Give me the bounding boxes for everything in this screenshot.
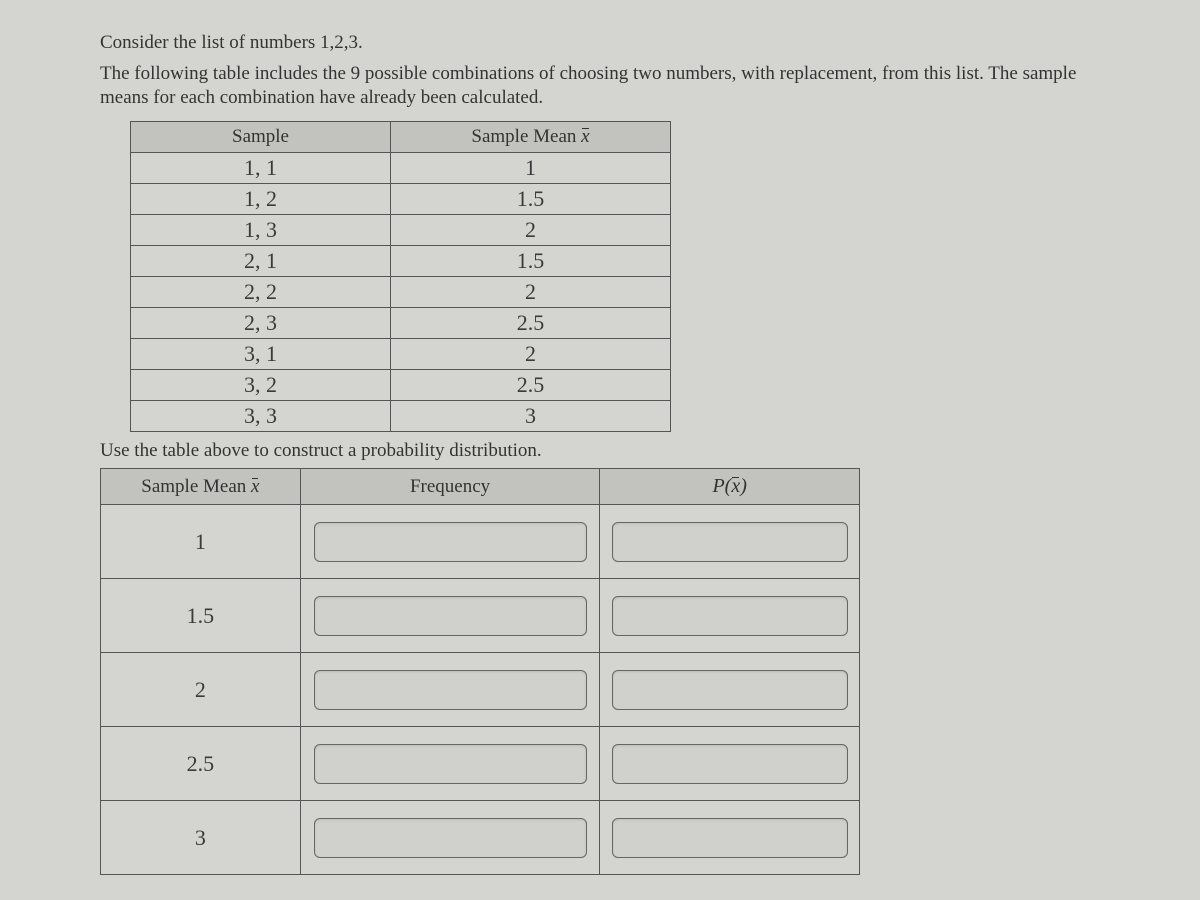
dist-prob-cell <box>600 579 860 653</box>
dist-tbody: 1 1.5 2 2.5 3 <box>101 505 860 875</box>
samples-header-mean: Sample Mean x <box>391 122 671 153</box>
dist-prob-cell <box>600 505 860 579</box>
table-row: 1, 32 <box>131 215 671 246</box>
dist-header-frequency: Frequency <box>300 469 600 505</box>
frequency-input[interactable] <box>314 522 587 562</box>
table-row: 2, 32.5 <box>131 308 671 339</box>
table-row: 1 <box>101 505 860 579</box>
table-row: 3, 33 <box>131 401 671 432</box>
table-row: 3, 12 <box>131 339 671 370</box>
dist-mean-cell: 2 <box>101 653 301 727</box>
table-row: 2, 11.5 <box>131 246 671 277</box>
probability-input[interactable] <box>612 670 848 710</box>
table-row: 1, 21.5 <box>131 184 671 215</box>
table-row: 1, 11 <box>131 153 671 184</box>
p-symbol: P <box>712 475 724 497</box>
dist-mean-cell: 2.5 <box>101 727 301 801</box>
problem-page: Consider the list of numbers 1,2,3. The … <box>0 0 1200 875</box>
samples-tbody: 1, 11 1, 21.5 1, 32 2, 11.5 2, 22 2, 32.… <box>131 153 671 432</box>
probability-input[interactable] <box>612 818 848 858</box>
dist-mean-cell: 3 <box>101 801 301 875</box>
dist-mean-cell: 1.5 <box>101 579 301 653</box>
table-row: 2, 22 <box>131 277 671 308</box>
dist-prob-cell <box>600 653 860 727</box>
intro-text-1: Consider the list of numbers 1,2,3. <box>100 30 1100 56</box>
dist-header-mean-prefix: Sample Mean <box>141 476 251 497</box>
probability-input[interactable] <box>612 744 848 784</box>
table-row: 2.5 <box>101 727 860 801</box>
samples-header-sample: Sample <box>131 122 391 153</box>
xbar-symbol: x <box>251 476 259 498</box>
dist-header-mean: Sample Mean x <box>101 469 301 505</box>
intro-text-2: The following table includes the 9 possi… <box>100 62 1100 111</box>
samples-table: Sample Sample Mean x 1, 11 1, 21.5 1, 32… <box>130 121 671 432</box>
probability-input[interactable] <box>612 596 848 636</box>
frequency-input[interactable] <box>314 596 587 636</box>
table-row: 3, 22.5 <box>131 370 671 401</box>
table-row: 3 <box>101 801 860 875</box>
instruction-2: Use the table above to construct a proba… <box>100 440 1100 462</box>
distribution-table: Sample Mean x Frequency P(x) 1 1.5 2 <box>100 468 860 875</box>
dist-freq-cell <box>300 653 600 727</box>
dist-freq-cell <box>300 727 600 801</box>
dist-freq-cell <box>300 801 600 875</box>
frequency-input[interactable] <box>314 744 587 784</box>
dist-freq-cell <box>300 579 600 653</box>
xbar-symbol: x <box>731 475 740 498</box>
table-row: 2 <box>101 653 860 727</box>
dist-freq-cell <box>300 505 600 579</box>
frequency-input[interactable] <box>314 818 587 858</box>
table-row: 1.5 <box>101 579 860 653</box>
dist-prob-cell <box>600 801 860 875</box>
dist-mean-cell: 1 <box>101 505 301 579</box>
header-mean-prefix: Sample Mean <box>471 126 581 147</box>
dist-header-probability: P(x) <box>600 469 860 505</box>
dist-prob-cell <box>600 727 860 801</box>
xbar-symbol: x <box>581 126 589 148</box>
probability-input[interactable] <box>612 522 848 562</box>
frequency-input[interactable] <box>314 670 587 710</box>
